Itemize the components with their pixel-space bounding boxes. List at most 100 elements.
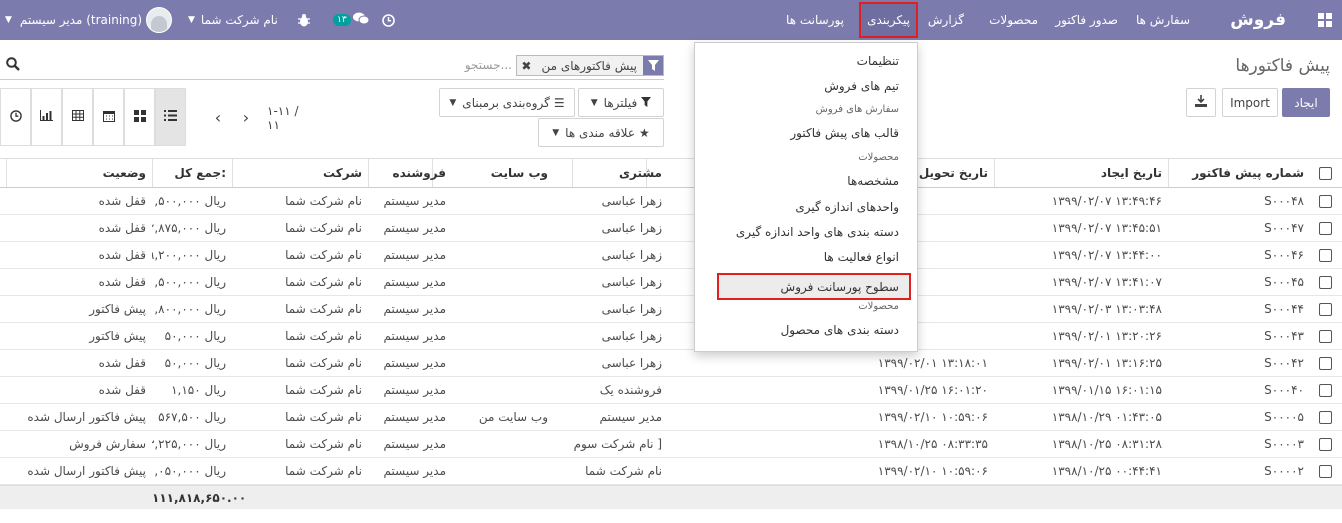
favorites-dropdown[interactable]: ▼ علاقه مندی ها ★ xyxy=(538,118,664,147)
col-total[interactable]: جمع کل: xyxy=(152,159,232,187)
groupby-label: گروه‌بندی برمبنای xyxy=(462,95,550,110)
cell-website xyxy=(432,296,548,322)
cell-number: S۰۰۰۰۵ xyxy=(1264,410,1304,424)
col-status[interactable]: وضعیت xyxy=(6,159,152,187)
chevron-right-icon[interactable]: › xyxy=(234,103,258,132)
facet-label: پیش فاکتورهای من xyxy=(541,58,637,73)
table-row[interactable]: S۰۰۰۴۶ ۱۳۹۹/۰۲/۰۷ ۱۳:۴۴:۰۰ زهرا عباسی مدیر … xyxy=(0,242,1342,269)
groupby-dropdown[interactable]: ▼ گروه‌بندی برمبنای ☰ xyxy=(439,88,575,117)
row-checkbox[interactable] xyxy=(1319,357,1332,370)
activity-view-button[interactable] xyxy=(0,88,31,146)
app-brand[interactable]: فروش xyxy=(1230,0,1286,40)
cell-delivery: ۱۳۹۸/۱۰/۲۵ ۰۸:۳۳:۳۵ xyxy=(877,437,988,451)
messages-badge: ۱۳ xyxy=(333,14,351,26)
clock-icon[interactable] xyxy=(382,0,395,40)
cell-website xyxy=(432,377,548,403)
cell-customer: زهرا عباسی xyxy=(601,302,662,316)
calendar-view-button[interactable] xyxy=(93,88,124,146)
cell-salesperson: مدیر سیستم xyxy=(383,464,447,478)
remove-facet-icon[interactable]: ✖ xyxy=(517,59,535,73)
col-number[interactable]: شماره پیش فاکتور xyxy=(1168,159,1310,187)
select-all-checkbox[interactable] xyxy=(1319,167,1332,180)
menu-invoicing[interactable]: صدور فاکتور xyxy=(1055,0,1118,40)
menu-orders[interactable]: سفارش ها xyxy=(1136,0,1190,40)
table-row[interactable]: S۰۰۰۰۳ ۱۳۹۸/۱۰/۲۵ ۰۸:۳۱:۲۸ ۱۳۹۸/۱۰/۲۵ ۰۸:۳… xyxy=(0,431,1342,458)
bug-icon[interactable] xyxy=(298,0,310,40)
dropdown-item-commission-levels[interactable]: سطوح پورسانت فروش xyxy=(717,273,911,300)
table-row[interactable]: S۰۰۰۴۳ ۱۳۹۹/۰۲/۰۱ ۱۳:۲۰:۲۶ زهرا عباسی مدیر … xyxy=(0,323,1342,350)
cell-status: پیش فاکتور ارسال شده xyxy=(27,464,146,478)
row-checkbox[interactable] xyxy=(1319,330,1332,343)
search-icon[interactable] xyxy=(6,57,20,75)
search-input[interactable]: جستجو... xyxy=(465,58,512,72)
row-checkbox[interactable] xyxy=(1319,249,1332,262)
row-checkbox[interactable] xyxy=(1319,276,1332,289)
dropdown-item[interactable]: دسته بندی های محصول xyxy=(781,323,899,337)
col-created[interactable]: تاریخ ایجاد xyxy=(994,159,1168,187)
dropdown-item[interactable]: تیم های فروش xyxy=(824,79,899,93)
user-menu[interactable]: ▼ مدیر سیستم (training) xyxy=(5,0,173,40)
cell-website xyxy=(432,242,548,268)
col-customer[interactable]: مشتری xyxy=(572,159,668,187)
table-row[interactable]: S۰۰۰۴۰ ۱۳۹۹/۰۱/۱۵ ۱۶:۰۱:۱۵ ۱۳۹۹/۰۱/۲۵ ۱۶:۰… xyxy=(0,377,1342,404)
cell-company: نام شرکت شما xyxy=(285,464,362,478)
cell-customer: زهرا عباسی xyxy=(601,194,662,208)
download-button[interactable] xyxy=(1186,88,1216,117)
menu-reporting[interactable]: گزارش xyxy=(928,0,964,40)
cell-salesperson: مدیر سیستم xyxy=(383,275,447,289)
table-row[interactable]: S۰۰۰۴۴ ۱۳۹۹/۰۲/۰۳ ۱۳:۰۳:۴۸ زهرا عباسی مدیر … xyxy=(0,296,1342,323)
create-button[interactable]: ایجاد xyxy=(1282,88,1330,117)
company-switcher[interactable]: ▼ نام شرکت شما xyxy=(188,0,278,40)
cell-total: ۱,۵۰۰,۰۰۰ ریال xyxy=(152,275,226,289)
dropdown-item[interactable]: انواع فعالیت ها xyxy=(824,250,899,264)
list-view-button[interactable] xyxy=(155,88,186,146)
menu-configuration[interactable]: پیکربندی xyxy=(859,2,918,38)
row-checkbox[interactable] xyxy=(1319,195,1332,208)
cell-company: نام شرکت شما xyxy=(285,194,362,208)
cell-total: ۵۰,۰۰۰ ریال xyxy=(164,329,226,343)
pager-value[interactable]: ۱-۱۱ / ۱۱ xyxy=(267,103,311,132)
kanban-view-button[interactable] xyxy=(124,88,155,146)
dropdown-item[interactable]: مشخصه‌ها xyxy=(847,174,899,188)
messaging-menu[interactable]: ۱۳ xyxy=(331,0,370,40)
row-checkbox[interactable] xyxy=(1319,384,1332,397)
dropdown-item[interactable]: دسته بندی های واحد اندازه گیری xyxy=(736,225,899,239)
cell-status: قفل شده xyxy=(98,275,146,289)
pivot-view-button[interactable] xyxy=(62,88,93,146)
table-row[interactable]: S۰۰۰۴۲ ۱۳۹۹/۰۲/۰۱ ۱۳:۱۶:۲۵ ۱۳۹۹/۰۲/۰۱ ۱۳:۱… xyxy=(0,350,1342,377)
cell-total: ۹,۲۰۰,۰۰۰ ریال xyxy=(152,248,226,262)
cell-created: ۱۳۹۹/۰۲/۰۷ ۱۳:۴۴:۰۰ xyxy=(1051,248,1162,262)
col-company[interactable]: شرکت xyxy=(232,159,368,187)
search-bar[interactable]: ✖ پیش فاکتورهای من جستجو... xyxy=(0,53,664,80)
cell-customer: زهرا عباسی xyxy=(601,221,662,235)
apps-grid-icon[interactable] xyxy=(1318,0,1332,40)
dropdown-item[interactable]: تنظیمات xyxy=(857,54,899,68)
table-row[interactable]: S۰۰۰۴۵ ۱۳۹۹/۰۲/۰۷ ۱۳:۴۱:۰۷ زهرا عباسی مدیر … xyxy=(0,269,1342,296)
dropdown-item[interactable]: واحدهای اندازه گیری xyxy=(795,200,899,214)
graph-view-button[interactable] xyxy=(31,88,62,146)
row-checkbox[interactable] xyxy=(1319,438,1332,451)
user-name: مدیر سیستم (training) xyxy=(19,13,143,27)
cell-website: وب سایت من xyxy=(478,410,548,424)
cell-created: ۱۳۹۹/۰۲/۰۱ ۱۳:۲۰:۲۶ xyxy=(1051,329,1162,343)
row-checkbox[interactable] xyxy=(1319,465,1332,478)
filters-dropdown[interactable]: ▼ فیلترها xyxy=(578,88,664,117)
col-salesperson[interactable]: فروشنده xyxy=(368,159,452,187)
table-row[interactable]: S۰۰۰۴۷ ۱۳۹۹/۰۲/۰۷ ۱۳:۴۵:۵۱ زهرا عباسی مدیر … xyxy=(0,215,1342,242)
cell-created: ۱۳۹۹/۰۲/۰۳ ۱۳:۰۳:۴۸ xyxy=(1051,302,1162,316)
row-checkbox[interactable] xyxy=(1319,222,1332,235)
cell-salesperson: مدیر سیستم xyxy=(383,221,447,235)
menu-commissions[interactable]: پورسانت ها xyxy=(786,0,844,40)
row-checkbox[interactable] xyxy=(1319,303,1332,316)
table-row[interactable]: S۰۰۰۰۵ ۱۳۹۸/۱۰/۲۹ ۰۱:۴۳:۰۵ ۱۳۹۹/۰۲/۱۰ ۱۰:۵… xyxy=(0,404,1342,431)
chevron-left-icon[interactable]: ‹ xyxy=(206,103,230,132)
cell-website xyxy=(432,269,548,295)
filter-icon xyxy=(641,96,652,110)
menu-products[interactable]: محصولات xyxy=(989,0,1038,40)
import-button[interactable]: Import xyxy=(1222,88,1278,117)
table-row[interactable]: S۰۰۰۴۸ ۱۳۹۹/۰۲/۰۷ ۱۳:۴۹:۴۶ زهرا عباسی مدیر … xyxy=(0,188,1342,215)
table-row[interactable]: S۰۰۰۰۲ ۱۳۹۸/۱۰/۲۵ ۰۰:۴۴:۴۱ ۱۳۹۹/۰۲/۱۰ ۱۰:۵… xyxy=(0,458,1342,485)
cell-salesperson: مدیر سیستم xyxy=(383,194,447,208)
dropdown-item[interactable]: قالب های پیش فاکتور xyxy=(790,126,899,140)
row-checkbox[interactable] xyxy=(1319,411,1332,424)
